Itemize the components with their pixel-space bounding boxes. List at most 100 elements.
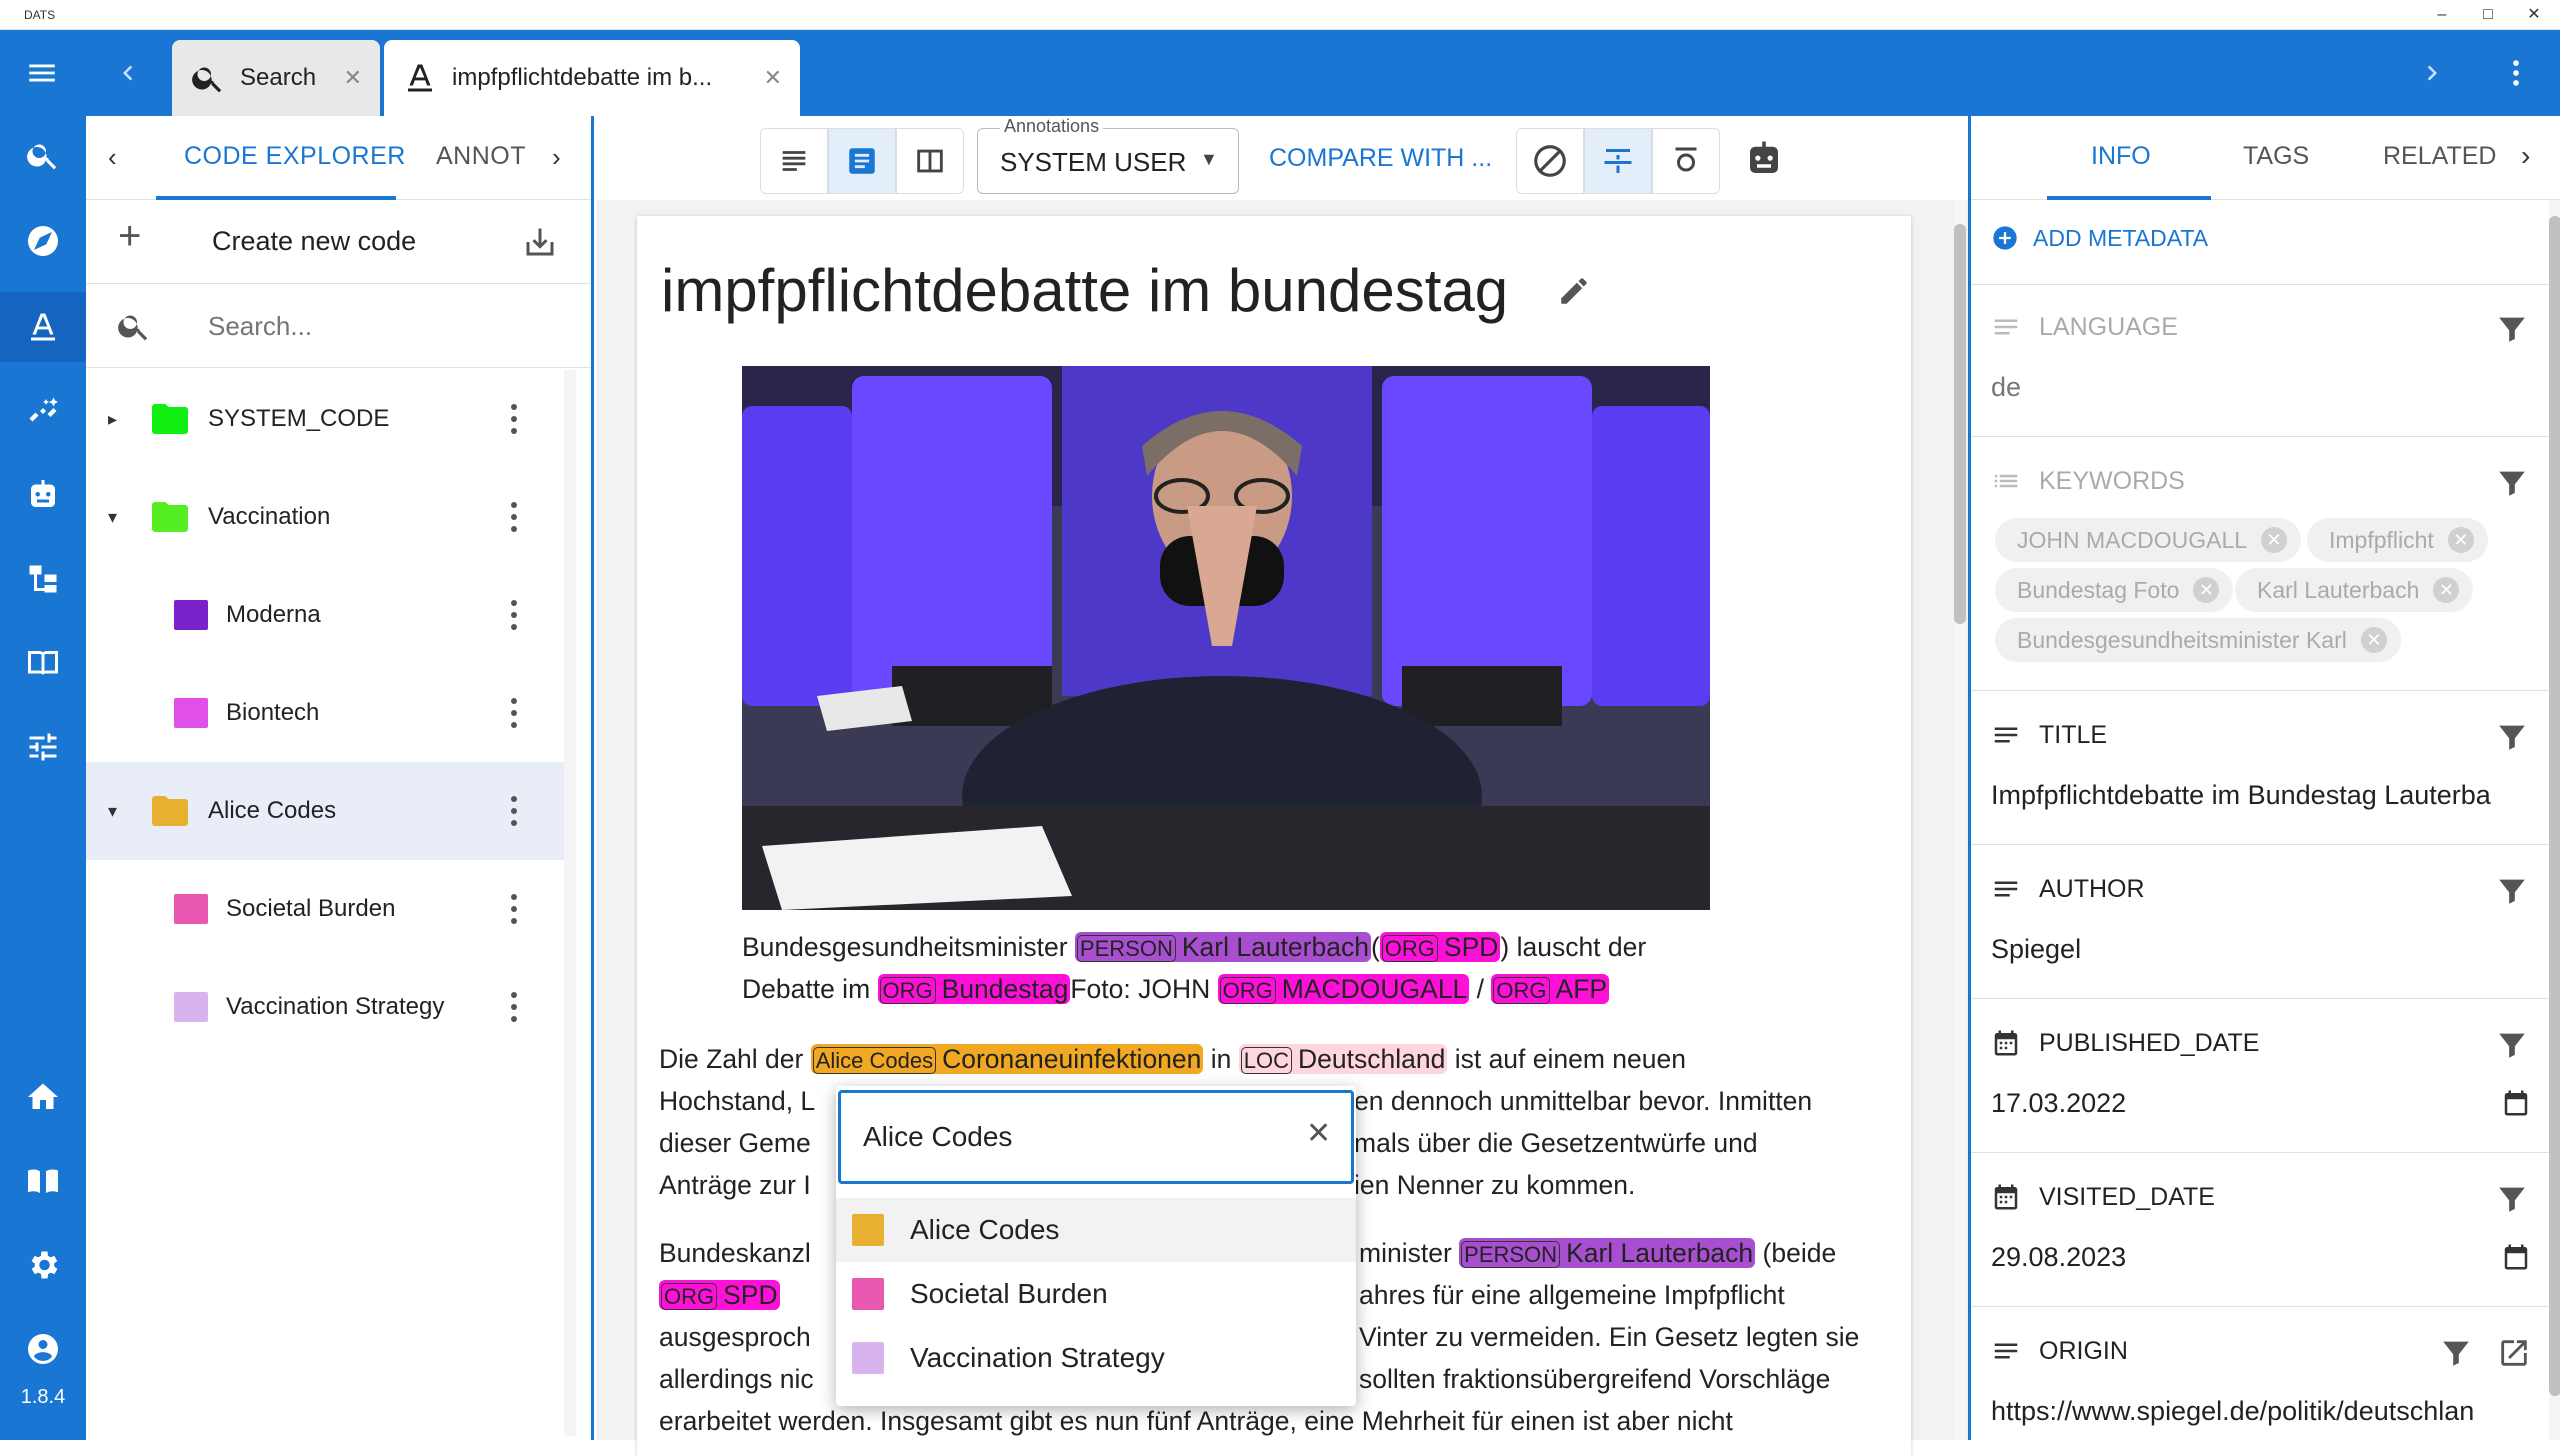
filter-icon[interactable] xyxy=(2495,1182,2529,1216)
annotation-person[interactable]: PERSON Karl Lauterbach xyxy=(1074,932,1371,962)
tabs-scroll-right-icon[interactable]: › xyxy=(2521,140,2530,172)
tree-item-vaccination-strategy[interactable]: Vaccination Strategy xyxy=(86,958,556,1056)
remove-chip-icon[interactable]: ✕ xyxy=(2261,527,2288,553)
chevron-right-icon[interactable] xyxy=(2408,49,2456,97)
more-vert-icon[interactable] xyxy=(510,992,518,1022)
search-icon[interactable] xyxy=(0,120,86,190)
keyword-chip[interactable]: JOHN MACDOUGALL ✕ xyxy=(1995,518,2302,562)
remove-chip-icon[interactable]: ✕ xyxy=(2360,627,2387,653)
text-view-button[interactable] xyxy=(760,128,828,194)
strikethrough-mode-button[interactable] xyxy=(1584,128,1652,194)
robot-icon[interactable] xyxy=(0,460,86,530)
manual-icon[interactable] xyxy=(0,1146,86,1216)
remove-chip-icon[interactable]: ✕ xyxy=(2193,577,2220,603)
code-tree-scrollbar[interactable] xyxy=(564,370,576,1436)
keyword-chip[interactable]: Bundesgesundheitsminister Karl ✕ xyxy=(1995,618,2401,662)
annotate-view-button[interactable] xyxy=(828,128,896,194)
more-vert-icon[interactable] xyxy=(510,502,518,532)
tab-info[interactable]: INFO xyxy=(2091,142,2151,171)
annotation-org[interactable]: ORG MACDOUGALL xyxy=(1217,974,1470,1004)
sliders-icon[interactable] xyxy=(0,712,86,782)
book-icon[interactable] xyxy=(0,628,86,698)
hierarchy-icon[interactable] xyxy=(0,544,86,614)
more-vert-icon[interactable] xyxy=(510,894,518,924)
more-vert-icon[interactable] xyxy=(510,404,518,434)
robot-icon[interactable] xyxy=(1743,138,1789,184)
calendar-icon[interactable] xyxy=(2501,1088,2531,1118)
tab-related[interactable]: RELATED xyxy=(2383,142,2496,171)
chevron-left-icon[interactable] xyxy=(104,49,152,97)
visited-date-value[interactable]: 29.08.2023 xyxy=(1991,1242,2126,1273)
filter-icon[interactable] xyxy=(2439,1336,2473,1370)
code-selector-input[interactable]: Alice Codes xyxy=(838,1090,1354,1184)
open-in-new-icon[interactable] xyxy=(2497,1336,2531,1370)
tree-item-moderna[interactable]: Moderna xyxy=(86,566,556,664)
remove-chip-icon[interactable]: ✕ xyxy=(2447,527,2474,553)
minimize-button[interactable]: – xyxy=(2422,3,2462,27)
split-view-button[interactable] xyxy=(896,128,964,194)
more-vert-icon[interactable] xyxy=(2492,49,2540,97)
published-date-value[interactable]: 17.03.2022 xyxy=(1991,1088,2126,1119)
keyword-chip[interactable]: Bundestag Foto ✕ xyxy=(1995,568,2234,612)
filter-icon[interactable] xyxy=(2495,1028,2529,1062)
tree-item-system-code[interactable]: ▸ SYSTEM_CODE xyxy=(86,370,556,468)
title-value[interactable]: Impfpflichtdebatte im Bundestag Lauterba xyxy=(1991,780,2543,811)
clear-icon[interactable]: ✕ xyxy=(1306,1116,1331,1151)
annotation-loc[interactable]: LOC Deutschland xyxy=(1238,1044,1448,1074)
more-vert-icon[interactable] xyxy=(510,600,518,630)
close-tab-icon[interactable]: ✕ xyxy=(764,65,782,91)
settings-icon[interactable] xyxy=(0,1230,86,1300)
annotation-person[interactable]: PERSON Karl Lauterbach xyxy=(1459,1238,1756,1268)
magic-wand-icon[interactable] xyxy=(0,376,86,446)
remove-chip-icon[interactable]: ✕ xyxy=(2433,577,2460,603)
compare-with-button[interactable]: COMPARE WITH ... xyxy=(1269,144,1492,173)
keyword-chip[interactable]: Impfpflicht ✕ xyxy=(2307,518,2488,562)
language-value[interactable]: de xyxy=(1991,372,2021,403)
code-search-input[interactable] xyxy=(208,302,548,350)
code-search[interactable] xyxy=(86,284,591,368)
code-option[interactable]: Vaccination Strategy xyxy=(836,1326,1356,1390)
tree-item-alice-codes[interactable]: ▾ Alice Codes xyxy=(86,762,564,860)
tab-code-explorer[interactable]: CODE EXPLORER xyxy=(184,142,406,171)
more-vert-icon[interactable] xyxy=(510,796,518,826)
filter-icon[interactable] xyxy=(2495,466,2529,500)
more-vert-icon[interactable] xyxy=(510,698,518,728)
overline-mode-button[interactable] xyxy=(1652,128,1720,194)
maximize-button[interactable]: □ xyxy=(2468,3,2508,27)
disable-highlight-button[interactable] xyxy=(1516,128,1584,194)
menu-icon[interactable] xyxy=(18,49,66,97)
annotation-org[interactable]: ORG SPD xyxy=(1379,932,1501,962)
tab-annotations[interactable]: ANNOT xyxy=(436,142,526,171)
add-metadata-button[interactable]: ADD METADATA xyxy=(1991,224,2208,252)
expand-arrow-icon[interactable]: ▸ xyxy=(108,409,132,430)
tab-document[interactable]: impfpflichtdebatte im b... ✕ xyxy=(384,40,800,116)
tab-tags[interactable]: TAGS xyxy=(2243,142,2309,171)
author-value[interactable]: Spiegel xyxy=(1991,934,2081,965)
annotation-org[interactable]: ORG AFP xyxy=(1491,974,1610,1004)
tree-item-biontech[interactable]: Biontech xyxy=(86,664,556,762)
annotation-org[interactable]: ORG SPD xyxy=(659,1280,780,1310)
filter-icon[interactable] xyxy=(2495,720,2529,754)
filter-icon[interactable] xyxy=(2495,874,2529,908)
tabs-scroll-right-icon[interactable]: › xyxy=(552,142,561,173)
expand-arrow-icon[interactable]: ▾ xyxy=(108,801,132,822)
annotation-org[interactable]: ORG Bundestag xyxy=(877,974,1071,1004)
keyword-chip[interactable]: Karl Lauterbach ✕ xyxy=(2235,568,2474,612)
tab-search[interactable]: Search ✕ xyxy=(172,40,380,116)
close-window-button[interactable]: ✕ xyxy=(2514,3,2554,27)
calendar-icon[interactable] xyxy=(2501,1242,2531,1272)
filter-icon[interactable] xyxy=(2495,312,2529,346)
home-icon[interactable] xyxy=(0,1062,86,1132)
account-icon[interactable] xyxy=(0,1314,86,1384)
info-scrollbar-thumb[interactable] xyxy=(2549,216,2560,1396)
tree-item-societal-burden[interactable]: Societal Burden xyxy=(86,860,556,958)
document-scrollbar-thumb[interactable] xyxy=(1954,224,1966,624)
tabs-scroll-left-icon[interactable]: ‹ xyxy=(108,142,117,173)
code-option[interactable]: Societal Burden xyxy=(836,1262,1356,1326)
create-code-row[interactable]: + Create new code xyxy=(86,200,591,284)
expand-arrow-icon[interactable]: ▾ xyxy=(108,507,132,528)
user-select[interactable]: Annotations SYSTEM USER ▼ xyxy=(977,116,1239,194)
download-icon[interactable] xyxy=(522,224,558,260)
edit-icon[interactable] xyxy=(1557,274,1591,308)
origin-value[interactable]: https://www.spiegel.de/politik/deutschla… xyxy=(1991,1396,2543,1427)
